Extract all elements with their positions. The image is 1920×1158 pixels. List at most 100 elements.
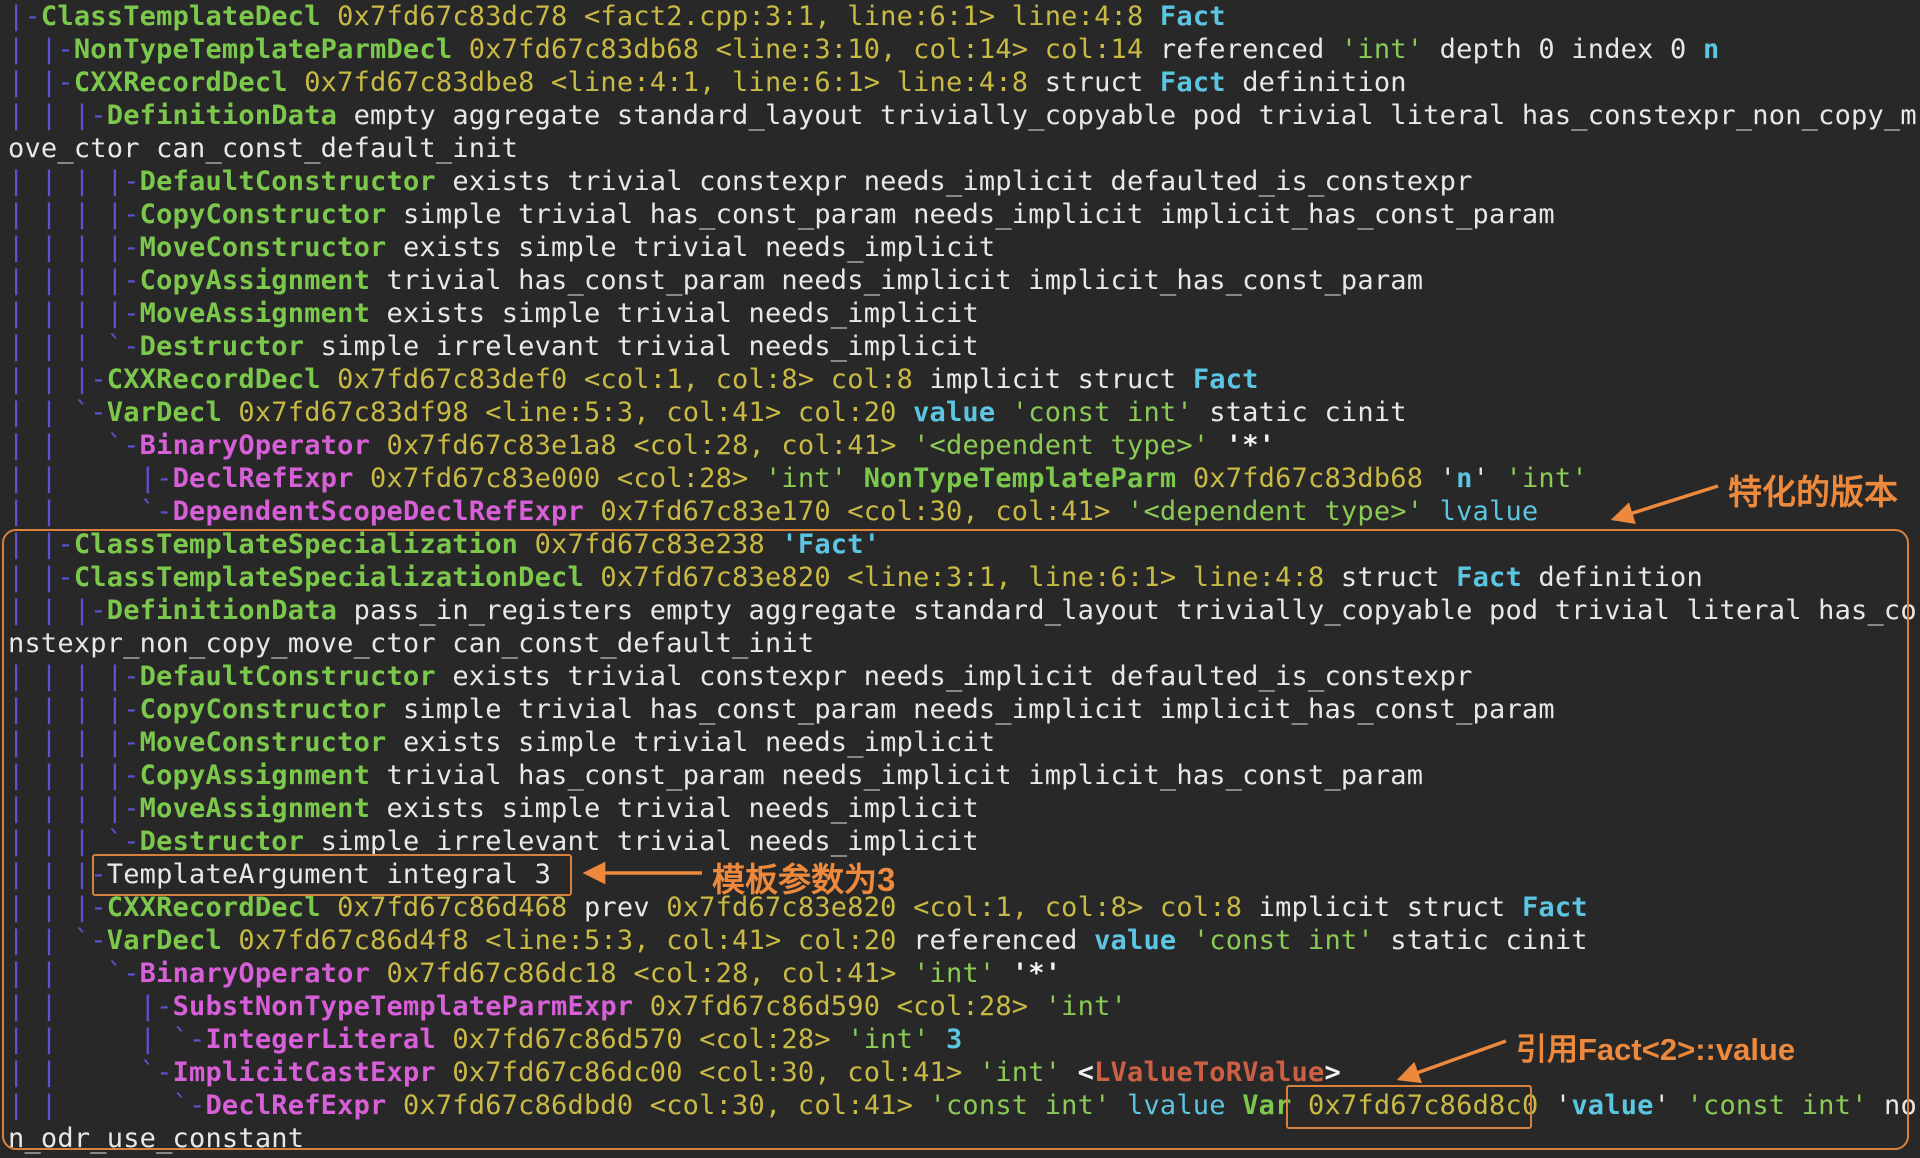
ast-line: | | | `-Destructor simple irrelevant tri… <box>8 825 1920 858</box>
ast-token: ClassTemplateDecl <box>41 1 321 32</box>
ast-token: < <box>1061 1057 1094 1088</box>
ast-token: implicit struct <box>913 364 1193 395</box>
ast-line: | | `-VarDecl 0x7fd67c86d4f8 <line:5:3, … <box>8 924 1920 957</box>
ast-token: prev <box>568 892 667 923</box>
ast-token: | | `- <box>8 496 173 527</box>
ast-token: exists simple trivial needs_implicit <box>387 232 996 263</box>
ast-token: | | |- <box>8 892 107 923</box>
ast-token: 0x7fd67c86d570 <col:28> <box>436 1024 831 1055</box>
ast-token: | | | |- <box>8 760 140 791</box>
ast-token: ' <box>1473 463 1489 494</box>
ast-token: CXXRecordDecl <box>74 67 288 98</box>
ast-token: 0x7fd67c83e1a8 <col:28, col:41> <box>370 430 897 461</box>
ast-line: ove_ctor can_const_default_init <box>8 132 1920 165</box>
ast-line: | | | |-CopyAssignment trivial has_const… <box>8 264 1920 297</box>
ast-token: | | | |- <box>8 232 140 263</box>
ast-token: 'int' <box>1489 463 1588 494</box>
ast-token: VarDecl <box>107 397 222 428</box>
ast-token: MoveAssignment <box>140 793 370 824</box>
ast-token: | | | |- <box>8 661 140 692</box>
ast-token: simple trivial has_const_param needs_imp… <box>387 199 1555 230</box>
ast-token: simple trivial has_const_param needs_imp… <box>387 694 1555 725</box>
ast-token: no <box>1868 1090 1917 1121</box>
ast-token: nstexpr_non_copy_move_ctor can_const_def… <box>8 628 814 659</box>
ast-line: | | |-DeclRefExpr 0x7fd67c83e000 <col:28… <box>8 462 1920 495</box>
ast-token: CopyConstructor <box>140 199 387 230</box>
ast-token: | | | |- <box>8 727 140 758</box>
ast-token: SubstNonTypeTemplateParmExpr <box>173 991 634 1022</box>
ast-token: exists trivial constexpr needs_implicit … <box>436 661 1473 692</box>
ast-token: 0x7fd67c86dc00 <col:30, col:41> <box>436 1057 963 1088</box>
ast-token: n <box>1703 34 1719 65</box>
ast-token: trivial has_const_param needs_implicit i… <box>370 265 1423 296</box>
ast-token: | |- <box>8 529 74 560</box>
ast-token: MoveConstructor <box>140 727 387 758</box>
ast-line: | | | |-DefaultConstructor exists trivia… <box>8 165 1920 198</box>
ast-token: IntegerLiteral <box>205 1024 435 1055</box>
ast-line: | | `-BinaryOperator 0x7fd67c86dc18 <col… <box>8 957 1920 990</box>
ast-token: 0x7fd67c83e000 <col:28> <box>354 463 749 494</box>
ast-line: | |-NonTypeTemplateParmDecl 0x7fd67c83db… <box>8 33 1920 66</box>
ast-line: | |-CXXRecordDecl 0x7fd67c83dbe8 <line:4… <box>8 66 1920 99</box>
ast-token: Fact <box>1193 364 1259 395</box>
ast-token: NonTypeTemplateParm <box>847 463 1176 494</box>
ast-token: DeclRefExpr <box>173 463 354 494</box>
ast-dump-terminal: |-ClassTemplateDecl 0x7fd67c83dc78 <fact… <box>8 0 1920 1158</box>
ast-token: | | `- <box>8 1090 205 1121</box>
ast-line: | | |-TemplateArgument integral 3 <box>8 858 1920 891</box>
ast-token: Var <box>1226 1090 1292 1121</box>
ast-line: | | | |-MoveAssignment exists simple tri… <box>8 792 1920 825</box>
ast-token: 'const int' <box>1176 925 1373 956</box>
ast-token: Destructor <box>140 826 305 857</box>
ast-token: BinaryOperator <box>140 430 370 461</box>
ast-token: CopyAssignment <box>140 760 370 791</box>
ast-line: | | | |-MoveConstructor exists simple tr… <box>8 231 1920 264</box>
ast-token: CopyAssignment <box>140 265 370 296</box>
ast-line: | | | |-MoveConstructor exists simple tr… <box>8 726 1920 759</box>
ast-token: Fact <box>1522 892 1588 923</box>
ast-token: '*' <box>1209 430 1275 461</box>
ast-token: 3 <box>930 1024 963 1055</box>
ast-token: simple irrelevant trivial needs_implicit <box>304 331 979 362</box>
ast-token: DeclRefExpr <box>205 1090 386 1121</box>
ast-token: ClassTemplateSpecializationDecl <box>74 562 584 593</box>
ast-line: | | | |-CopyAssignment trivial has_const… <box>8 759 1920 792</box>
ast-token: | | | `- <box>8 1024 205 1055</box>
ast-token: Fact <box>1456 562 1522 593</box>
ast-token: | | | |- <box>8 298 140 329</box>
ast-token: Fact <box>1160 67 1226 98</box>
ast-line: | | `-BinaryOperator 0x7fd67c83e1a8 <col… <box>8 429 1920 462</box>
ast-line: | | |-DefinitionData pass_in_registers e… <box>8 594 1920 627</box>
ast-token: 'int' <box>749 463 848 494</box>
ast-token: referenced <box>1143 34 1340 65</box>
ast-token: | | |- <box>8 859 107 890</box>
ast-token: 'int' <box>897 958 996 989</box>
ast-line: | | | |-DefaultConstructor exists trivia… <box>8 660 1920 693</box>
ast-token: Fact <box>1143 1 1225 32</box>
ast-token: '*' <box>995 958 1061 989</box>
ast-token: | | `- <box>8 925 107 956</box>
ast-token: | | `- <box>8 1057 173 1088</box>
ast-token: 0x7fd67c83e820 <col:1, col:8> col:8 <box>666 892 1242 923</box>
ast-token: DefinitionData <box>107 100 337 131</box>
ast-token: | | |- <box>8 100 107 131</box>
ast-line: | |-ClassTemplateSpecializationDecl 0x7f… <box>8 561 1920 594</box>
ast-token: static cinit <box>1374 925 1588 956</box>
ast-token: 'const int' <box>995 397 1192 428</box>
ast-token: ClassTemplateSpecialization <box>74 529 518 560</box>
ast-token: | |- <box>8 562 74 593</box>
ast-line: | | |-CXXRecordDecl 0x7fd67c83def0 <col:… <box>8 363 1920 396</box>
ast-token: 0x7fd67c83def0 <col:1, col:8> col:8 <box>321 364 913 395</box>
ast-line: | | `-DependentScopeDeclRefExpr 0x7fd67c… <box>8 495 1920 528</box>
ast-token: | | | |- <box>8 199 140 230</box>
ast-token: exists simple trivial needs_implicit <box>370 793 979 824</box>
ast-token: 0x7fd67c83df98 <line:5:3, col:41> col:20 <box>222 397 897 428</box>
ast-token: exists trivial constexpr needs_implicit … <box>436 166 1473 197</box>
ast-line: | | `-VarDecl 0x7fd67c83df98 <line:5:3, … <box>8 396 1920 429</box>
ast-token: BinaryOperator <box>140 958 370 989</box>
ast-token: | | | `- <box>8 331 140 362</box>
ast-token: 'const int' <box>913 1090 1110 1121</box>
ast-token: | | | |- <box>8 265 140 296</box>
ast-token: 'int' <box>962 1057 1061 1088</box>
ast-line: | | |-DefinitionData empty aggregate sta… <box>8 99 1920 132</box>
